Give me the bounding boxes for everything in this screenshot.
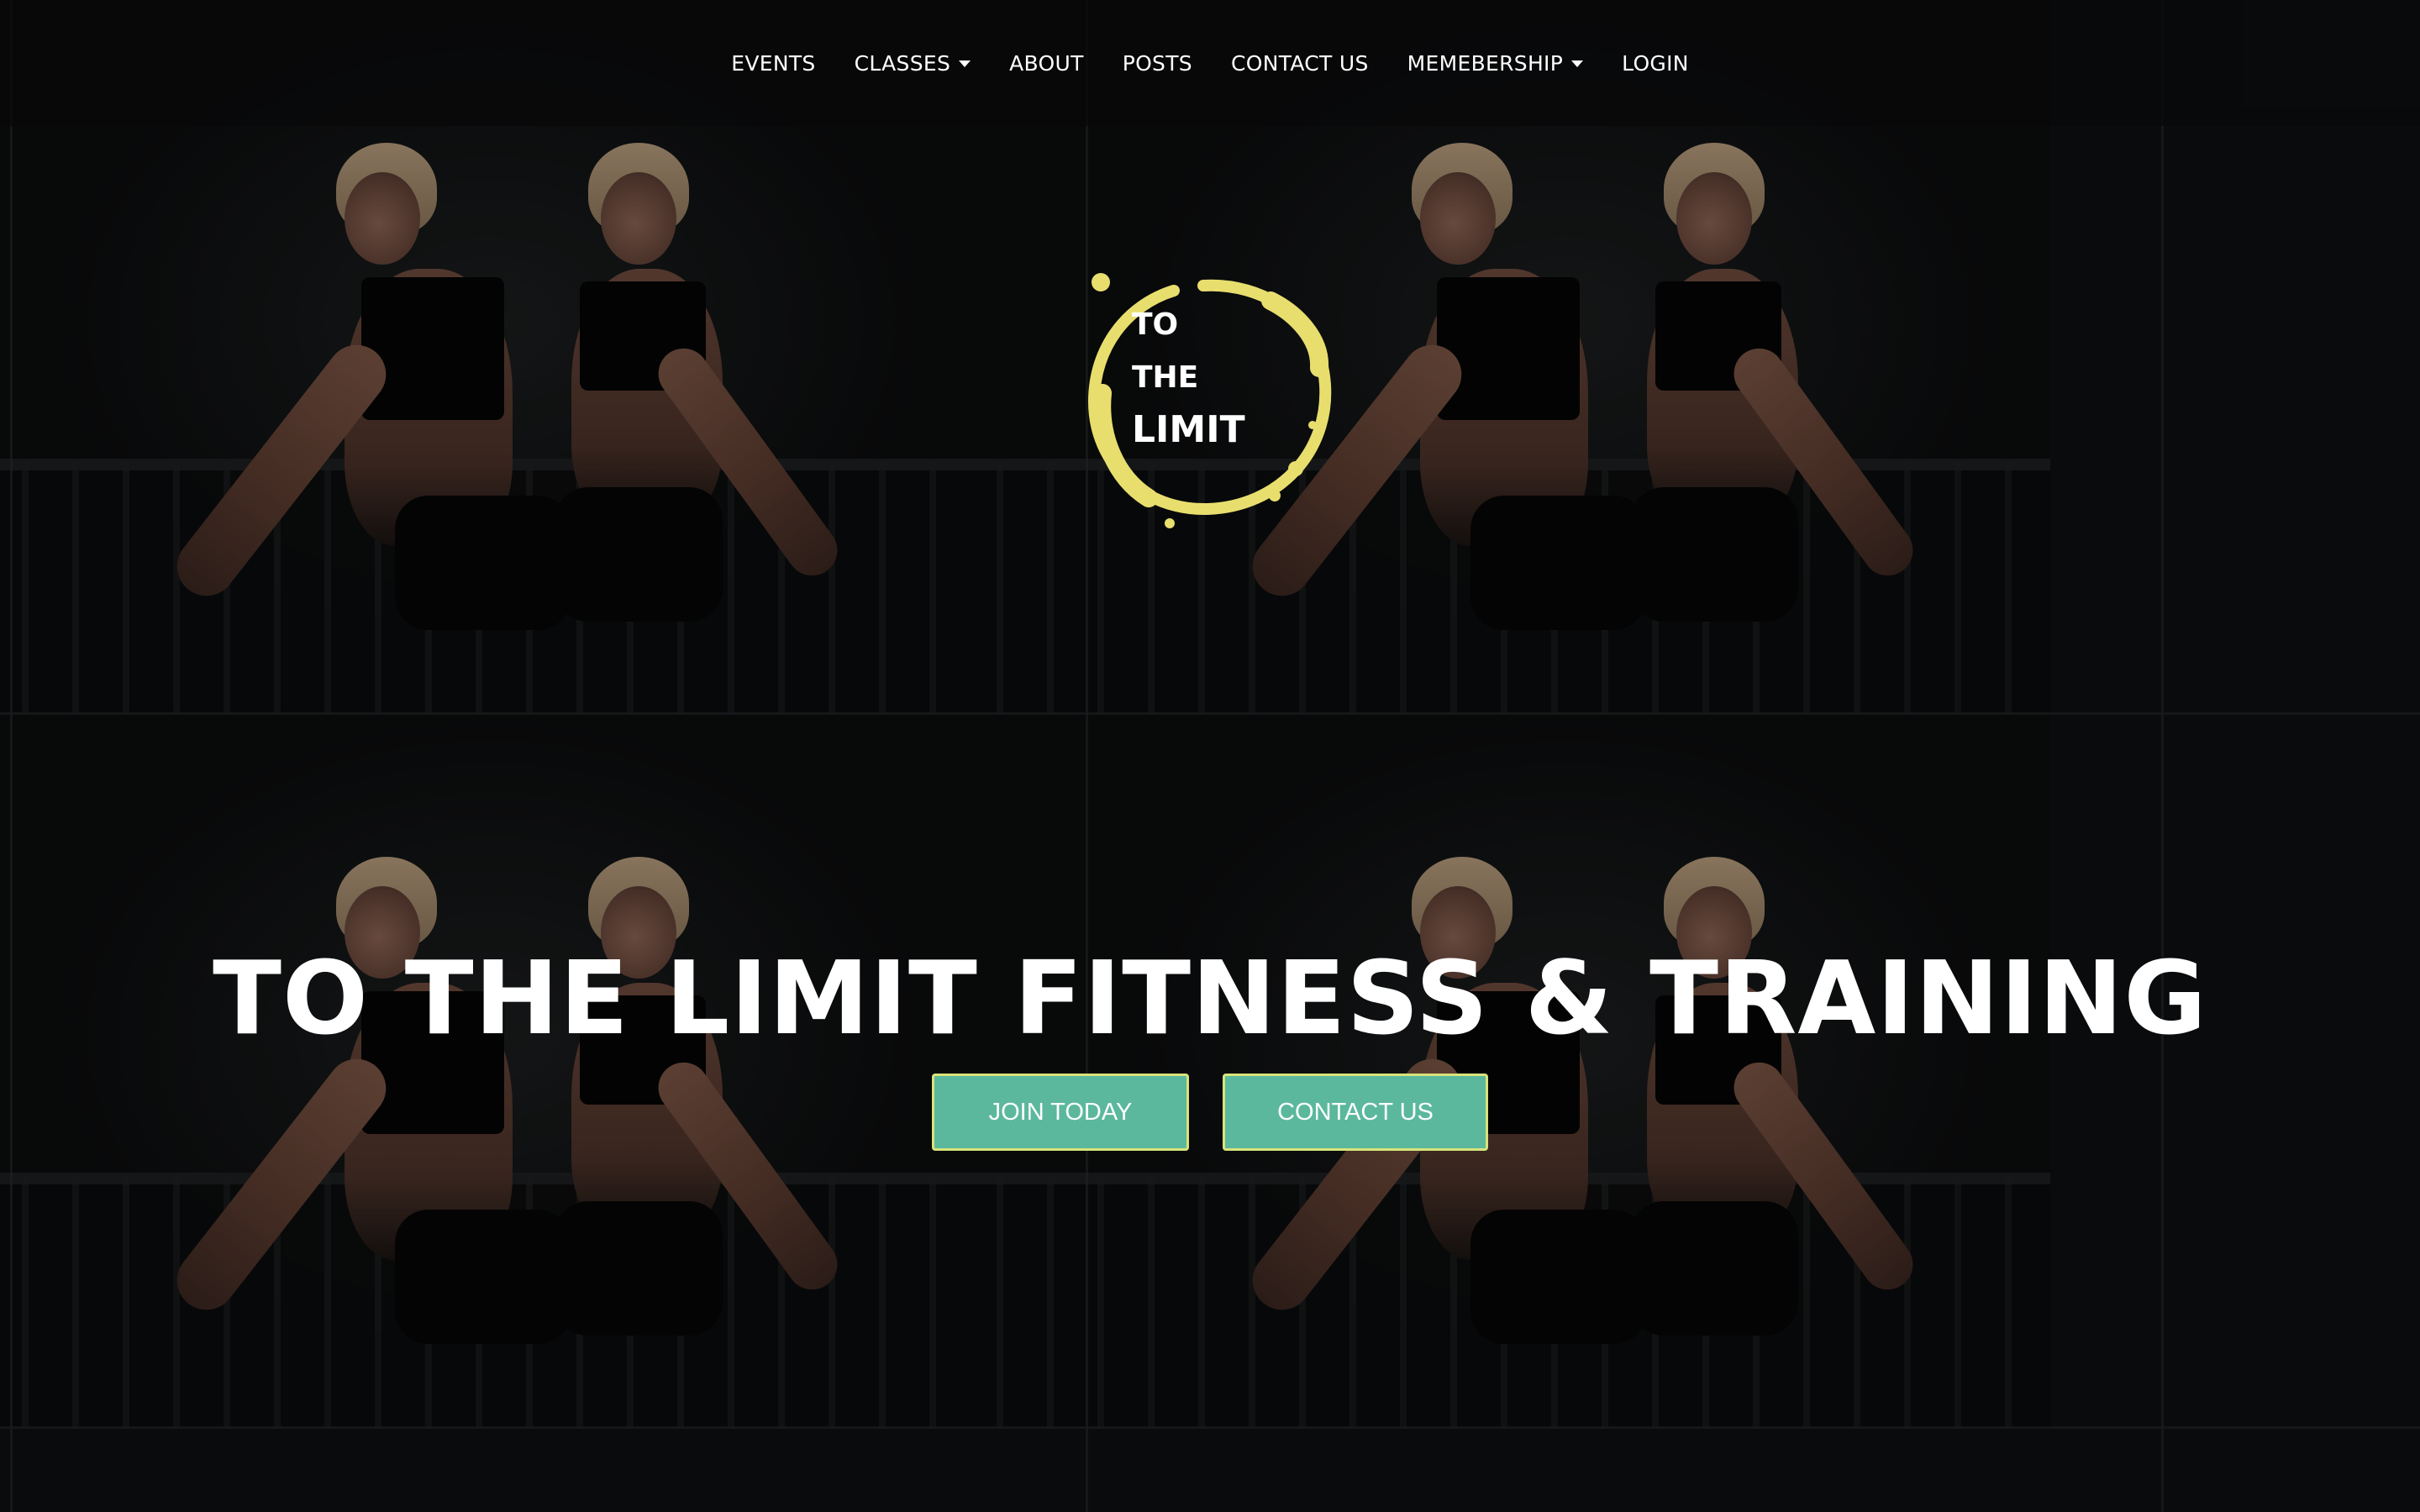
nav-item-classes[interactable]: CLASSES <box>855 51 971 76</box>
nav-item-contact-us[interactable]: CONTACT US <box>1231 51 1369 76</box>
nav-item-label: CONTACT US <box>1230 50 1369 76</box>
logo-text-limit: LIMIT <box>1132 408 1245 451</box>
nav-item-posts[interactable]: POSTS <box>1123 51 1192 76</box>
nav-item-about[interactable]: ABOUT <box>1009 51 1084 76</box>
nav-item-label: ABOUT <box>1009 50 1084 76</box>
nav-item-login[interactable]: LOGIN <box>1622 51 1689 76</box>
nav-item-label: CLASSES <box>854 50 951 76</box>
logo-text-to: TO <box>1132 307 1178 342</box>
caret-down-icon <box>959 60 971 67</box>
nav-item-label: EVENTS <box>731 50 816 76</box>
nav-item-events[interactable]: EVENTS <box>731 51 815 76</box>
nav-item-membership[interactable]: MEMEBERSHIP <box>1407 50 1584 76</box>
main-nav: EVENTS CLASSES ABOUT POSTS CONTACT US ME… <box>0 0 2420 126</box>
contact-us-button[interactable]: CONTACT US <box>1223 1074 1488 1151</box>
brand-logo[interactable]: TO THE LIMIT <box>1069 267 1355 536</box>
caret-down-icon <box>1571 60 1584 67</box>
hero-title: TO THE LIMIT FITNESS & TRAINING <box>213 941 2207 1058</box>
nav-item-label: MEMEBERSHIP <box>1407 50 1564 76</box>
hero-background <box>0 0 2420 1512</box>
nav-item-label: LOGIN <box>1622 50 1689 76</box>
nav-item-label: POSTS <box>1122 50 1192 76</box>
logo-ring-icon: TO THE LIMIT <box>1087 273 1332 528</box>
join-today-button[interactable]: JOIN TODAY <box>932 1074 1189 1151</box>
logo-text-the: THE <box>1132 360 1198 395</box>
